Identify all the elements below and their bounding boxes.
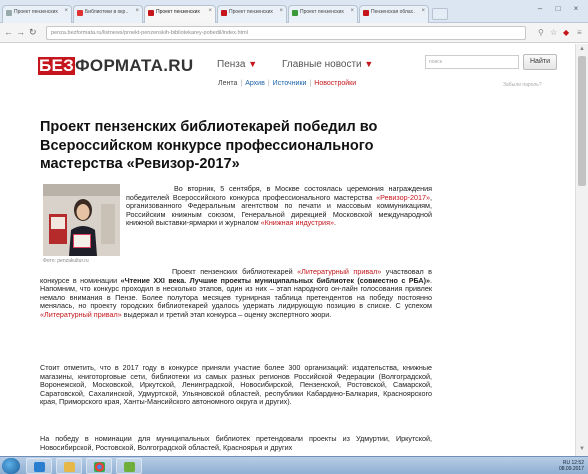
system-tray[interactable]: RU 12:52 08.09.2017 xyxy=(559,460,584,472)
favicon-icon xyxy=(6,10,12,16)
clock-date: 08.09.2017 xyxy=(558,466,584,472)
maximize-icon[interactable]: □ xyxy=(550,2,566,16)
dropdown-arrow-icon: ▼ xyxy=(248,59,258,69)
favicon-icon xyxy=(221,10,227,16)
close-tab-icon[interactable]: × xyxy=(64,8,68,14)
article-paragraph: На победу в номинации для муниципальных … xyxy=(40,434,432,452)
close-tab-icon[interactable]: × xyxy=(350,8,354,14)
close-tab-icon[interactable]: × xyxy=(208,8,212,14)
url-text: penza.bezformata.ru/listnews/proekt-penz… xyxy=(51,30,248,36)
scroll-thumb[interactable] xyxy=(578,56,586,186)
text: выдержал и третий этап конкурса – оценку… xyxy=(121,309,332,319)
article-lead-paragraph: Во вторник, 5 сентября, в Москве состоял… xyxy=(126,184,432,228)
web-page: БЕЗ ФОРМАТА.RU Пенза ▼ Главные новости ▼ … xyxy=(0,44,575,456)
browser-toolbar: ← → ↻ penza.bezformata.ru/listnews/proek… xyxy=(0,23,588,43)
extension-icon[interactable]: ◆ xyxy=(563,28,569,37)
literary-halt-link[interactable]: «Литературный привал» xyxy=(40,310,122,319)
nav-feed-link[interactable]: Лента xyxy=(218,80,237,87)
favicon-icon xyxy=(77,10,83,16)
scroll-up-icon[interactable]: ▲ xyxy=(579,46,585,52)
nav-sources-link[interactable]: Источники xyxy=(273,80,307,87)
menu-icon[interactable]: ≡ xyxy=(577,28,582,37)
forward-icon[interactable]: → xyxy=(16,26,25,38)
nav-archive-link[interactable]: Архив xyxy=(245,80,265,87)
main-news-label: Главные новости xyxy=(282,59,362,70)
close-tab-icon[interactable]: × xyxy=(279,8,283,14)
address-bar[interactable]: penza.bezformata.ru/listnews/proekt-penz… xyxy=(46,26,526,40)
close-tab-icon[interactable]: × xyxy=(421,8,425,14)
taskbar-chrome-button[interactable] xyxy=(86,458,112,474)
browser-tab[interactable]: Проект пензенских… × xyxy=(288,5,358,23)
favicon-icon xyxy=(363,10,369,16)
sub-navigation: Лента | Архив | Источники | Новостройки xyxy=(218,80,356,87)
taskbar-ie-button[interactable] xyxy=(26,458,52,474)
browser-tab[interactable]: Проект пензенских… × xyxy=(217,5,287,23)
article-photo xyxy=(43,184,120,256)
logo-text: ФОРМАТА.RU xyxy=(75,56,194,75)
start-button[interactable] xyxy=(2,458,20,474)
scroll-down-icon[interactable]: ▼ xyxy=(579,446,585,452)
back-icon[interactable]: ← xyxy=(4,26,13,38)
folder-icon xyxy=(64,462,75,472)
browser-tab[interactable]: Пензенская облас… × xyxy=(359,5,429,23)
star-icon[interactable]: ☆ xyxy=(550,28,557,37)
search-placeholder: поиск xyxy=(429,59,442,65)
divider: | xyxy=(309,80,312,87)
site-logo[interactable]: БЕЗ ФОРМАТА.RU xyxy=(38,56,193,76)
favicon-icon xyxy=(148,10,154,16)
city-dropdown[interactable]: Пенза ▼ xyxy=(217,59,257,70)
text: . xyxy=(333,218,336,228)
browser-tab[interactable]: Библиотеки в окр… × xyxy=(73,5,143,23)
city-label: Пенза xyxy=(217,59,246,70)
close-tab-icon[interactable]: × xyxy=(135,8,139,14)
browser-tab-active[interactable]: Проект пензенских… × xyxy=(144,5,216,23)
find-button[interactable]: Найти xyxy=(523,54,557,70)
nav-new-buildings-link[interactable]: Новостройки xyxy=(314,80,356,87)
chrome-icon xyxy=(94,462,105,472)
browser-tab[interactable]: Проект пензенских… × xyxy=(2,5,72,23)
article-paragraph: Проект пензенских библиотекарей «Литерат… xyxy=(40,267,432,320)
dropdown-arrow-icon: ▼ xyxy=(364,59,374,69)
new-tab-button[interactable] xyxy=(432,8,448,20)
ie-icon xyxy=(34,462,45,472)
favicon-icon xyxy=(292,10,298,16)
taskbar: RU 12:52 08.09.2017 xyxy=(0,456,588,474)
site-search-input[interactable]: поиск xyxy=(425,55,519,69)
photo-caption: Фото: penzakultur.ru xyxy=(43,258,89,264)
browser-tab-strip: Проект пензенских… × Библиотеки в окр… × П… xyxy=(0,0,588,23)
reload-icon[interactable]: ↻ xyxy=(29,26,37,38)
divider: | xyxy=(240,80,243,87)
zoom-icon[interactable]: ⚲ xyxy=(538,28,544,37)
minimize-icon[interactable]: – xyxy=(532,2,548,16)
article-paragraph: Стоит отметить, что в 2017 году в конкур… xyxy=(40,363,432,407)
divider: | xyxy=(267,80,270,87)
logo-be: БЕЗ xyxy=(38,56,76,75)
forgot-password-link[interactable]: Забыли пароль? xyxy=(503,82,542,88)
taskbar-app-button[interactable] xyxy=(116,458,142,474)
article-title: Проект пензенских библиотекарей победил … xyxy=(40,119,378,172)
taskbar-explorer-button[interactable] xyxy=(56,458,82,474)
app-icon xyxy=(124,462,135,472)
vertical-scrollbar[interactable]: ▲ ▼ xyxy=(575,44,588,456)
book-industry-link[interactable]: «Книжная индустрия» xyxy=(261,218,334,228)
main-news-dropdown[interactable]: Главные новости ▼ xyxy=(282,59,373,70)
close-window-icon[interactable]: × xyxy=(568,2,584,16)
